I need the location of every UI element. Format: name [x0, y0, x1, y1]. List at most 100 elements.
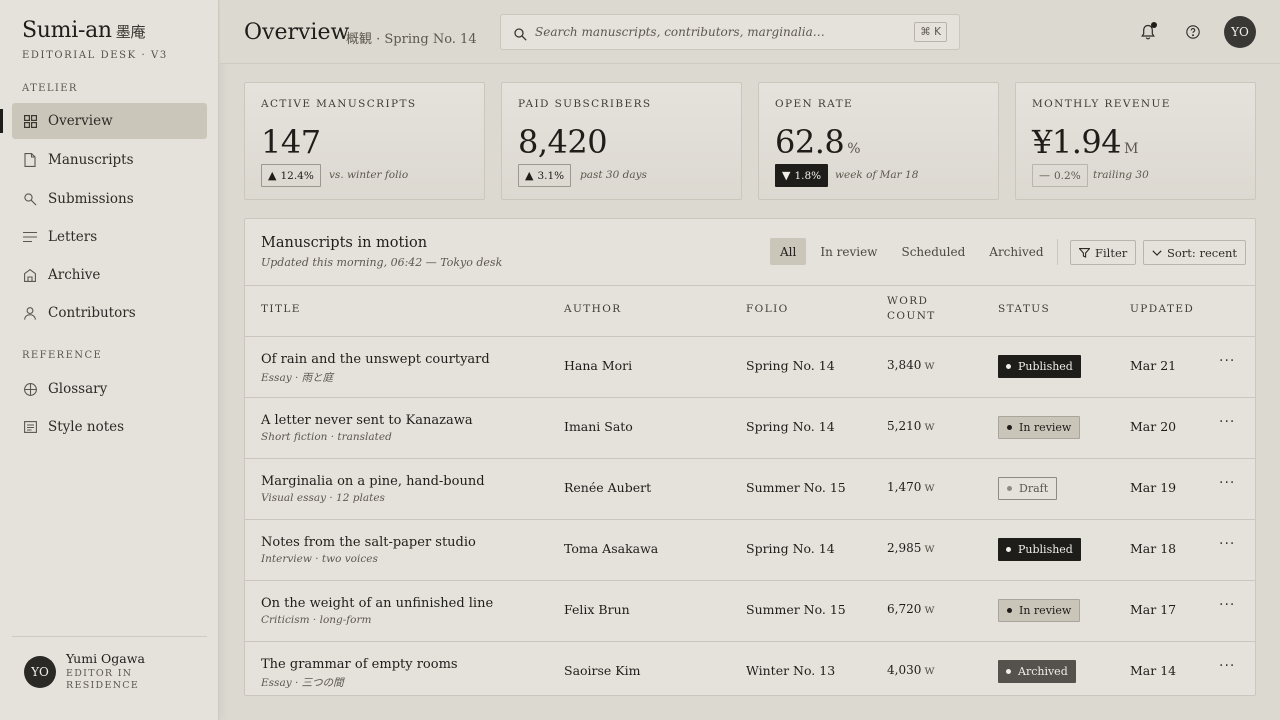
manuscript-folio: Spring No. 14	[746, 541, 835, 556]
sidebar-item-label: Submissions	[48, 191, 134, 207]
table-row[interactable]: Of rain and the unswept courtyard Essay …	[245, 337, 1255, 398]
help-button[interactable]	[1183, 22, 1203, 42]
sidebar: Sumi-an 墨庵 EDITORIAL DESK · V3 ATELIER Ov…	[0, 0, 219, 720]
tab-archived[interactable]: Archived	[979, 238, 1053, 265]
status-badge: In review	[998, 416, 1081, 439]
more-options-icon[interactable]: ···	[1219, 536, 1235, 556]
manuscript-folio: Summer No. 15	[746, 480, 846, 495]
stat-label: OPEN RATE	[775, 98, 854, 110]
user-avatar-button[interactable]: YO	[1224, 16, 1256, 48]
table-header: TITLE AUTHOR FOLIO WORD COUNT STATUS UPDA…	[245, 285, 1255, 337]
stat-card-paid-subscribers[interactable]: PAID SUBSCRIBERS 8,420 ▲ 3.1% past 30 day…	[501, 82, 742, 200]
table-row[interactable]: A letter never sent to Kanazawa Short fi…	[245, 398, 1255, 459]
manuscript-title[interactable]: Of rain and the unswept courtyard	[261, 352, 490, 367]
stat-label: ACTIVE MANUSCRIPTS	[261, 98, 417, 110]
table-row[interactable]: On the weight of an unfinished line Crit…	[245, 581, 1255, 642]
section-label-atelier: ATELIER	[22, 83, 78, 94]
manuscript-title[interactable]: A letter never sent to Kanazawa	[261, 413, 473, 428]
stat-card-monthly-revenue[interactable]: MONTHLY REVENUE ¥1.94 M —0.2% trailing 30	[1015, 82, 1256, 200]
manuscript-title[interactable]: Notes from the salt-paper studio	[261, 535, 476, 550]
column-header-author[interactable]: AUTHOR	[564, 302, 622, 317]
brand-logo[interactable]: Sumi-an 墨庵	[22, 18, 145, 43]
brand-subtitle: EDITORIAL DESK · V3	[22, 50, 168, 61]
globe-icon	[23, 382, 37, 396]
topbar: Overview 概観 · Spring No. 14 ⌘ K YO	[220, 0, 1280, 64]
manuscript-meta: Visual essay · 12 plates	[261, 492, 385, 504]
manuscript-title[interactable]: Marginalia on a pine, hand-bound	[261, 474, 485, 489]
tab-in-review[interactable]: In review	[810, 238, 887, 265]
person-icon	[23, 306, 37, 320]
section-label-reference: REFERENCE	[22, 350, 103, 361]
sidebar-item-manuscripts[interactable]: Manuscripts	[12, 142, 207, 178]
more-options-icon[interactable]: ···	[1219, 353, 1235, 373]
brand-kanji: 墨庵	[115, 23, 146, 41]
avatar: YO	[24, 656, 56, 688]
manuscript-author: Renée Aubert	[564, 480, 652, 495]
delta-badge: ▲ 12.4%	[261, 164, 321, 187]
dash-icon: —	[1039, 169, 1050, 182]
notes-icon	[23, 420, 37, 434]
brand-name: Sumi-an	[22, 18, 112, 43]
column-header-title[interactable]: TITLE	[261, 302, 301, 317]
stat-note: past 30 days	[580, 169, 647, 181]
stat-card-open-rate[interactable]: OPEN RATE 62.8% ▼ 1.8% week of Mar 18	[758, 82, 999, 200]
search-input[interactable]	[535, 22, 895, 42]
user-profile[interactable]: YO Yumi Ogawa EDITOR IN RESIDENCE	[24, 652, 145, 692]
sidebar-item-label: Style notes	[48, 419, 125, 435]
stat-unit: M	[1124, 141, 1139, 157]
manuscript-title[interactable]: On the weight of an unfinished line	[261, 596, 493, 611]
sidebar-item-label: Manuscripts	[48, 152, 134, 168]
manuscript-folio: Spring No. 14	[746, 419, 835, 434]
stat-label: MONTHLY REVENUE	[1032, 98, 1171, 110]
sidebar-item-glossary[interactable]: Glossary	[12, 371, 207, 407]
chevron-down-icon	[1152, 249, 1162, 256]
search-bar[interactable]: ⌘ K	[500, 14, 960, 50]
stat-value: 62.8%	[775, 123, 861, 161]
sort-dropdown[interactable]: Sort: recent	[1143, 240, 1247, 265]
document-icon	[23, 153, 37, 167]
stat-card-active-manuscripts[interactable]: ACTIVE MANUSCRIPTS 147 ▲ 12.4% vs. winter…	[244, 82, 485, 200]
keyboard-shortcut: ⌘ K	[914, 22, 947, 42]
tab-all[interactable]: All	[770, 238, 807, 265]
manuscripts-panel: Manuscripts in motion Updated this morni…	[244, 218, 1256, 696]
word-count: 3,840 w	[887, 358, 935, 372]
table-row[interactable]: Notes from the salt-paper studio Intervi…	[245, 520, 1255, 581]
manuscript-meta: Short fiction · translated	[261, 431, 392, 443]
notifications-button[interactable]	[1138, 22, 1158, 42]
page-subtitle: 概観 · Spring No. 14	[346, 32, 477, 47]
column-header-word-count[interactable]: WORD COUNT	[887, 294, 936, 324]
sidebar-item-style-notes[interactable]: Style notes	[12, 409, 207, 445]
funnel-icon	[1079, 247, 1090, 258]
table-row[interactable]: Marginalia on a pine, hand-bound Visual …	[245, 459, 1255, 520]
manuscript-meta: Essay · 三つの間	[261, 677, 344, 689]
more-options-icon[interactable]: ···	[1219, 414, 1235, 434]
stat-note: trailing 30	[1093, 169, 1149, 181]
table-row[interactable]: The grammar of empty rooms Essay · 三つの間 …	[245, 642, 1255, 695]
page-title: Overview	[244, 20, 350, 45]
more-options-icon[interactable]: ···	[1219, 658, 1235, 678]
column-header-updated[interactable]: UPDATED	[1130, 302, 1194, 317]
sidebar-item-submissions[interactable]: Submissions	[12, 181, 207, 217]
column-header-folio[interactable]: FOLIO	[746, 302, 789, 317]
magnifier-icon	[23, 192, 37, 206]
stat-value: 147	[261, 123, 321, 161]
tab-scheduled[interactable]: Scheduled	[891, 238, 975, 265]
sidebar-item-label: Letters	[48, 229, 98, 245]
delta-badge: ▼ 1.8%	[775, 164, 829, 187]
sidebar-item-overview[interactable]: Overview	[12, 103, 207, 139]
word-count: 4,030 w	[887, 663, 935, 677]
sidebar-item-archive[interactable]: Archive	[12, 257, 207, 293]
more-options-icon[interactable]: ···	[1219, 597, 1235, 617]
filter-button[interactable]: Filter	[1070, 240, 1137, 265]
sidebar-item-letters[interactable]: Letters	[12, 219, 207, 255]
sidebar-item-contributors[interactable]: Contributors	[12, 295, 207, 331]
manuscript-author: Imani Sato	[564, 419, 633, 434]
status-badge: Published	[998, 538, 1081, 561]
help-icon	[1186, 25, 1200, 39]
sidebar-item-label: Overview	[48, 113, 113, 129]
manuscript-title[interactable]: The grammar of empty rooms	[261, 657, 458, 672]
more-options-icon[interactable]: ···	[1219, 475, 1235, 495]
status-badge: Published	[998, 355, 1081, 378]
active-nav-marker	[0, 109, 3, 133]
column-header-status[interactable]: STATUS	[998, 302, 1050, 317]
